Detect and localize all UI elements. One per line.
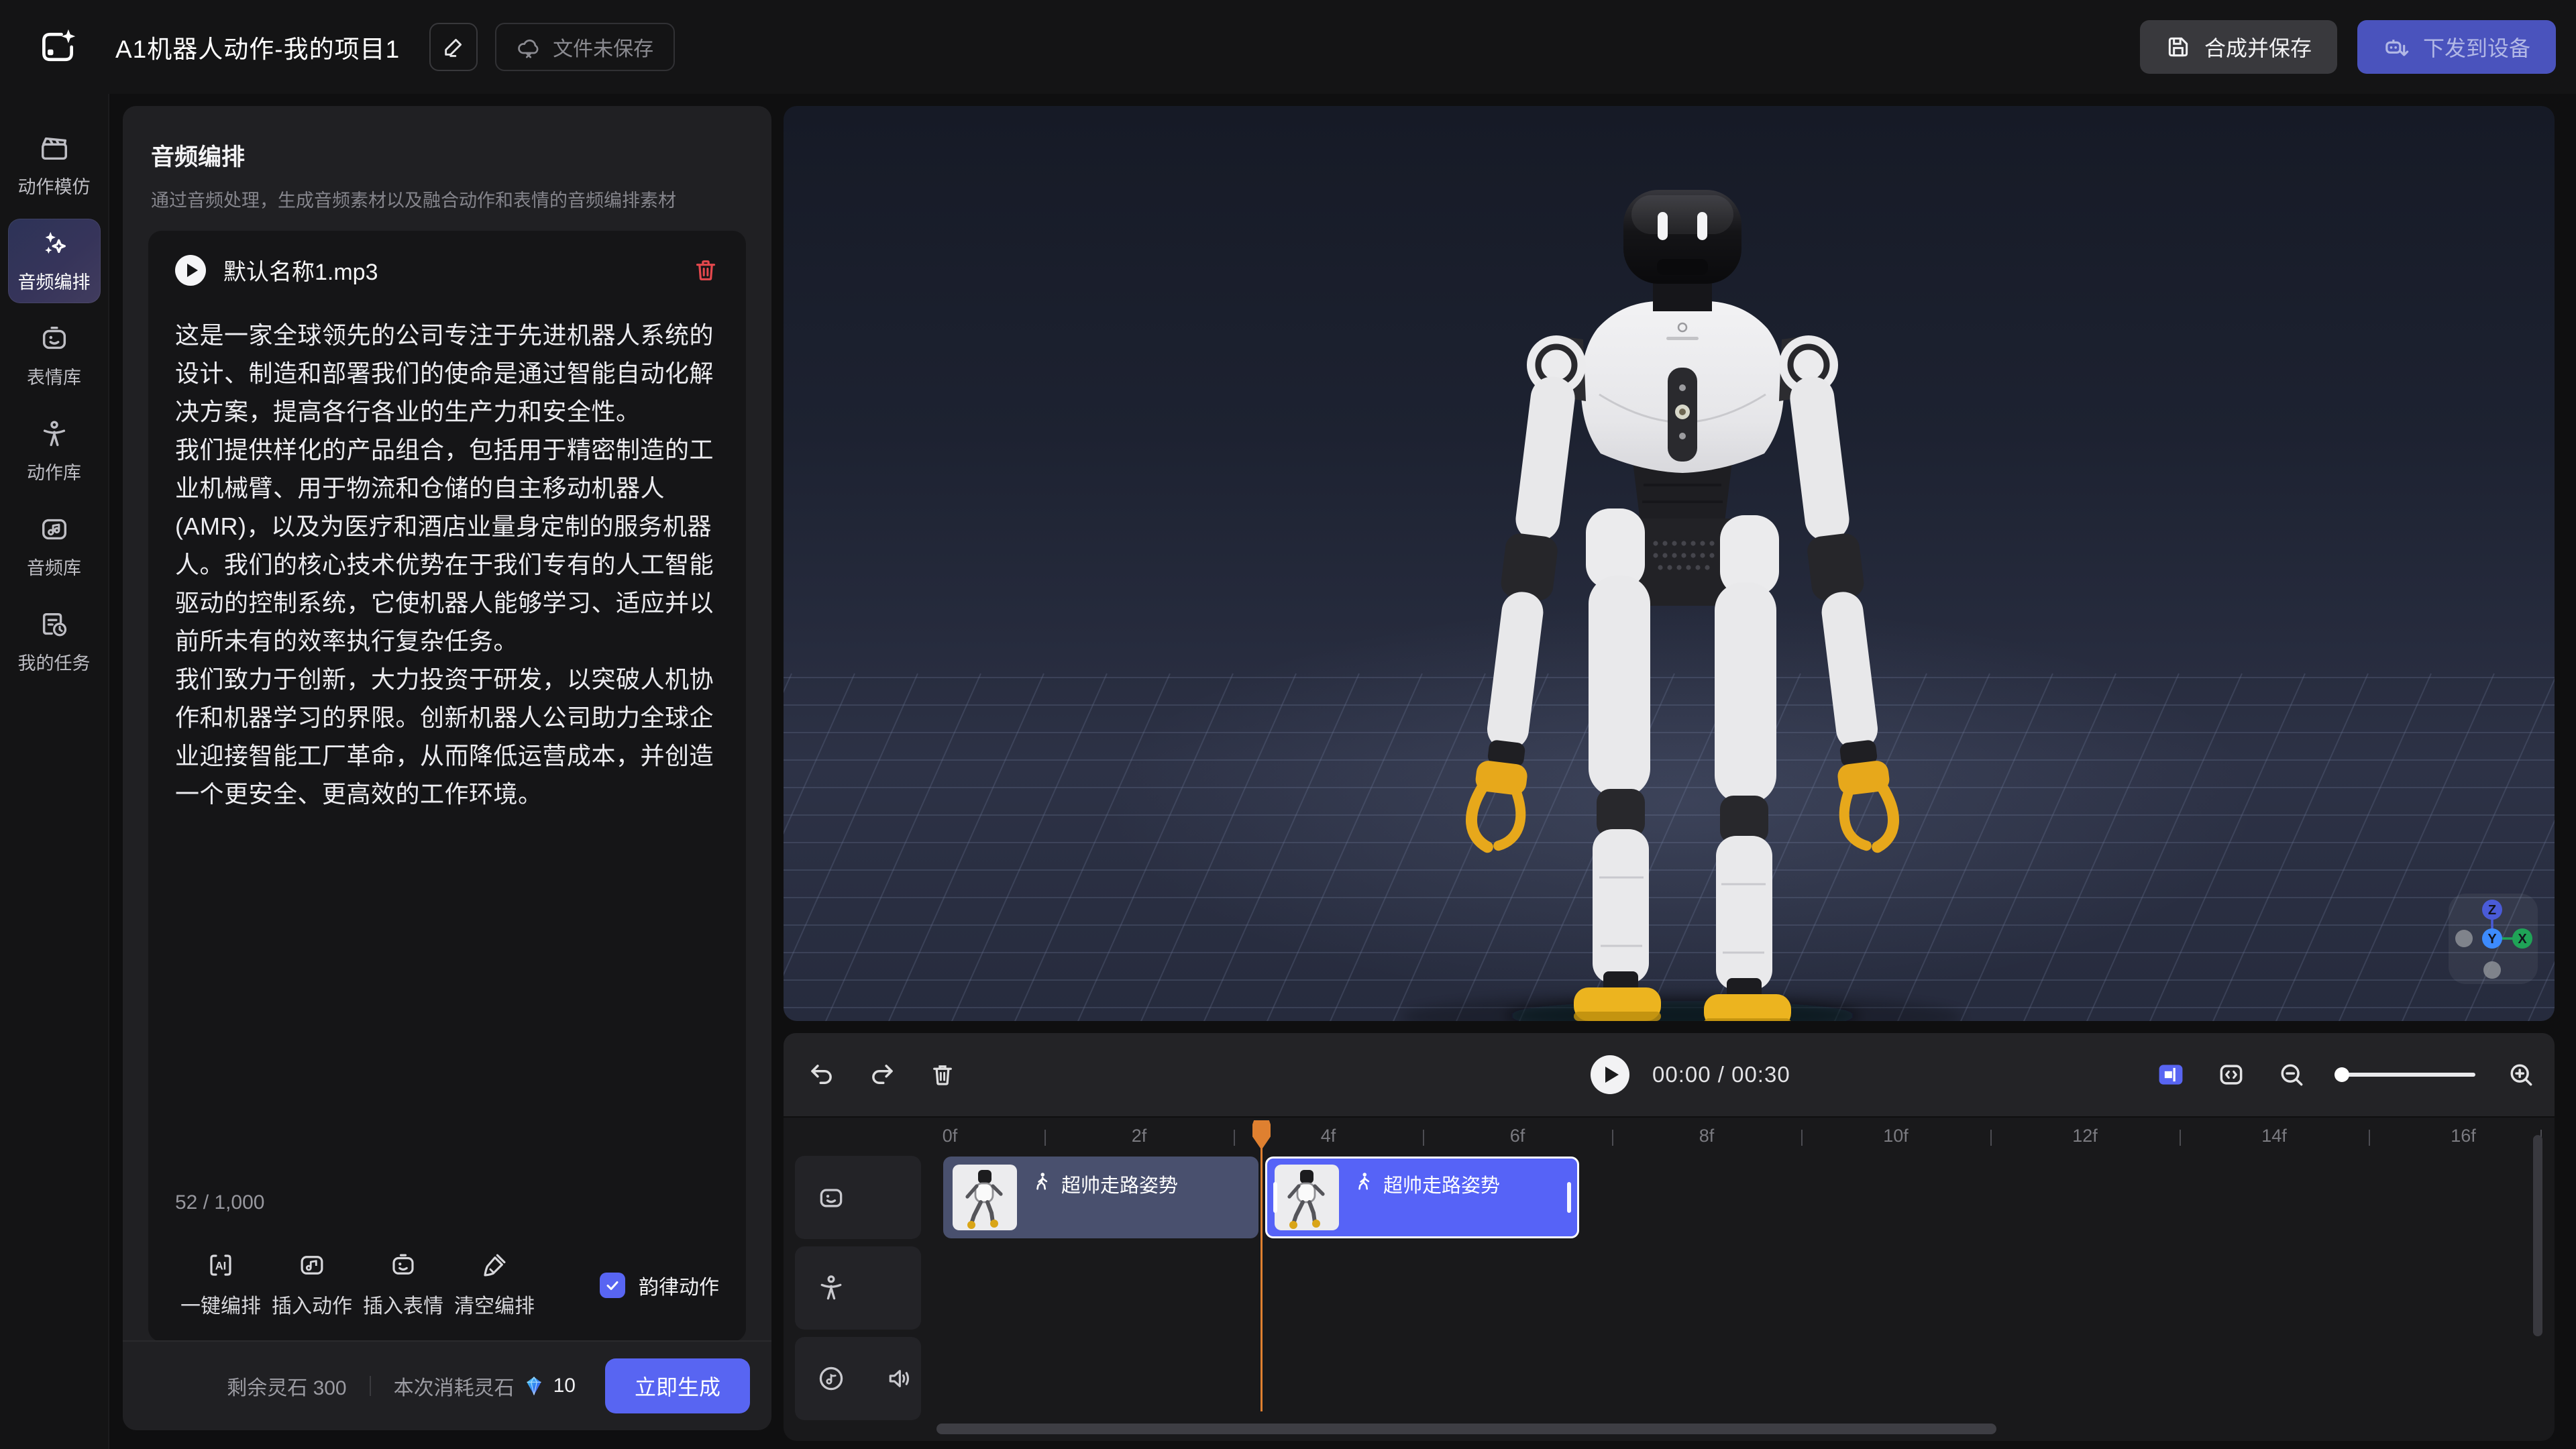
delete-audio-button[interactable]: [692, 257, 719, 284]
panel-title: 音频编排: [123, 106, 771, 172]
clear-arrange-button[interactable]: 清空编排: [449, 1251, 540, 1319]
panel-subtitle: 通过音频处理，生成音频素材以及融合动作和表情的音频编排素材: [123, 172, 771, 212]
sidebar-item-my-tasks[interactable]: 我的任务: [8, 600, 101, 684]
zoom-in-button[interactable]: [2506, 1060, 2536, 1089]
music-disc-icon: [816, 1364, 846, 1393]
undo-button[interactable]: [808, 1061, 836, 1089]
insert-expression-icon: [389, 1251, 417, 1279]
generate-footer: 剩余灵石 300 本次消耗灵石 10 立即生成: [123, 1340, 771, 1430]
cloud-x-icon: [517, 35, 541, 59]
tasks-icon: [39, 609, 70, 640]
save-button[interactable]: 合成并保存: [2140, 20, 2337, 74]
music-box-icon: [39, 514, 70, 545]
time-display: 00:00 / 00:30: [1652, 1062, 1790, 1087]
project-title: A1机器人动作-我的项目1: [115, 29, 400, 65]
file-unsaved-status[interactable]: 文件未保存: [495, 23, 675, 71]
person-icon: [816, 1273, 846, 1303]
snap-keyframe-toggle[interactable]: [2156, 1060, 2186, 1089]
track-header-motion[interactable]: [795, 1246, 921, 1330]
unsaved-label: 文件未保存: [553, 32, 653, 62]
axis-gizmo[interactable]: Z Y X: [2449, 894, 2538, 984]
sparkles-icon: [39, 228, 70, 259]
fit-timeline-button[interactable]: [2216, 1060, 2246, 1089]
redo-button[interactable]: [868, 1061, 896, 1089]
audio-script-text[interactable]: 这是一家全球领先的公司专注于先进机器人系统的设计、制造和部署我们的使命是通过智能…: [175, 316, 719, 813]
floppy-icon: [2165, 34, 2191, 60]
robot-face-icon: [816, 1183, 846, 1212]
rename-button[interactable]: [429, 23, 478, 71]
gem-icon: [523, 1375, 545, 1397]
timeline-zoom-slider[interactable]: [2337, 1073, 2475, 1077]
viewport-3d[interactable]: Z Y X: [784, 106, 2555, 1021]
insert-motion-icon: [298, 1251, 326, 1279]
remaining-stones: 剩余灵石 300: [227, 1371, 346, 1401]
rhythm-checkbox[interactable]: [600, 1273, 625, 1298]
motion-clip-selected[interactable]: 超帅走路姿势: [1265, 1157, 1579, 1238]
robot-shadow: [1401, 994, 1964, 1021]
axis-neg-z-handle[interactable]: [2483, 961, 2501, 979]
axis-neg-x-handle[interactable]: [2455, 930, 2473, 947]
slider-thumb[interactable]: [2334, 1067, 2349, 1082]
one-key-arrange-button[interactable]: AI 一键编排: [175, 1251, 266, 1319]
timeline-vertical-scrollbar[interactable]: [2533, 1135, 2542, 1336]
sidebar-item-motion-library[interactable]: 动作库: [8, 409, 101, 494]
audio-card: 默认名称1.mp3 这是一家全球领先的公司专注于先进机器人系统的设计、制造和部署…: [148, 231, 746, 1342]
audio-filename: 默认名称1.mp3: [223, 254, 692, 286]
robot-download-icon: [2383, 34, 2410, 60]
pencil-icon: [442, 36, 465, 58]
axis-x-label: X: [2518, 932, 2527, 947]
timeline-horizontal-scrollbar[interactable]: [936, 1424, 1996, 1434]
track-header-audio[interactable]: [795, 1337, 921, 1420]
zoom-out-button[interactable]: [2277, 1060, 2306, 1089]
cost-stones: 本次消耗灵石 10: [394, 1371, 576, 1401]
sidebar-item-motion-imitation[interactable]: 动作模仿: [8, 123, 101, 208]
motion-clip[interactable]: 超帅走路姿势: [943, 1157, 1258, 1238]
speaker-icon[interactable]: [885, 1364, 914, 1393]
sidebar-item-audio-library[interactable]: 音频库: [8, 504, 101, 589]
playhead-handle[interactable]: [1252, 1120, 1271, 1150]
playhead[interactable]: [1260, 1123, 1263, 1411]
svg-text:AI: AI: [215, 1259, 227, 1272]
top-bar: A1机器人动作-我的项目1 文件未保存 合成并保存 下发到设备: [0, 0, 2576, 94]
sidebar: 动作模仿 音频编排 表情库 动作库 音频库: [0, 94, 109, 1449]
timeline: 0f 2f 4f 6f 8f 10f 12f 14f 16f: [784, 1118, 2555, 1441]
audio-arrange-panel: 音频编排 通过音频处理，生成音频素材以及融合动作和表情的音频编排素材 默认名称1…: [123, 106, 771, 1430]
char-counter: 52 / 1,000: [175, 1191, 264, 1214]
walking-icon: [1354, 1171, 1374, 1191]
sidebar-item-expression-library[interactable]: 表情库: [8, 314, 101, 398]
axis-y-label: Y: [2487, 932, 2497, 947]
ai-icon: AI: [207, 1251, 235, 1279]
app-logo-icon: [38, 27, 78, 67]
insert-motion-button[interactable]: 插入动作: [266, 1251, 358, 1319]
play-button[interactable]: [1591, 1055, 1629, 1094]
clip-trim-handle-right[interactable]: [1567, 1182, 1571, 1213]
robot-face-icon: [39, 323, 70, 354]
play-icon: [1605, 1067, 1619, 1083]
audio-play-button[interactable]: [175, 255, 206, 286]
floor-glow: [1106, 602, 2259, 1005]
clip-trim-handle-left[interactable]: [1273, 1182, 1277, 1213]
clapperboard-icon: [39, 133, 70, 164]
play-icon: [187, 264, 198, 277]
sidebar-item-audio-arrange[interactable]: 音频编排: [8, 219, 101, 303]
person-icon: [39, 419, 70, 449]
check-icon: [604, 1277, 621, 1293]
clear-icon: [480, 1251, 508, 1279]
playback-control-bar: 00:00 / 00:30: [784, 1033, 2555, 1116]
clip-thumbnail: [1275, 1165, 1339, 1230]
rhythm-motion-toggle[interactable]: 韵律动作: [600, 1271, 719, 1300]
generate-button[interactable]: 立即生成: [605, 1358, 750, 1413]
track-header-expression[interactable]: [795, 1156, 921, 1239]
axis-z-label: Z: [2488, 903, 2496, 918]
deploy-to-device-button[interactable]: 下发到设备: [2357, 20, 2556, 74]
divider: [370, 1376, 371, 1396]
insert-expression-button[interactable]: 插入表情: [358, 1251, 449, 1319]
walking-icon: [1032, 1171, 1052, 1191]
delete-clip-button[interactable]: [928, 1061, 957, 1089]
clip-thumbnail: [953, 1165, 1017, 1230]
